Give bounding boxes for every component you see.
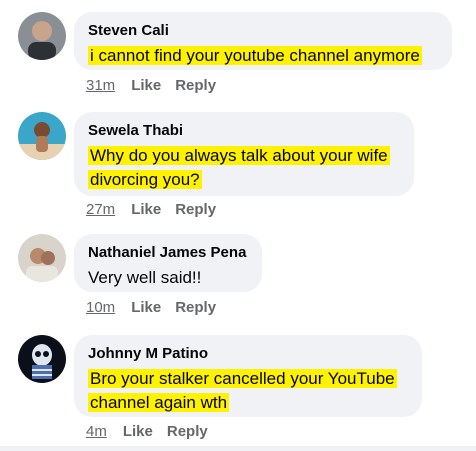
commenter-name[interactable]: Sewela Thabi	[88, 122, 400, 140]
comment-bubble: Nathaniel James Pena Very well said!!	[74, 234, 262, 292]
comment-actions: 10m Like Reply	[86, 299, 230, 316]
reply-button[interactable]: Reply	[175, 77, 216, 94]
comment-actions: 4m Like Reply	[86, 423, 222, 440]
comment-text: i cannot find your youtube channel anymo…	[88, 46, 422, 65]
commenter-name[interactable]: Nathaniel James Pena	[88, 244, 248, 262]
timestamp[interactable]: 27m	[86, 201, 115, 218]
reply-button[interactable]: Reply	[175, 201, 216, 218]
comment-bubble: Sewela Thabi Why do you always talk abou…	[74, 112, 414, 196]
comment-actions: 31m Like Reply	[86, 77, 230, 94]
like-button[interactable]: Like	[123, 423, 153, 440]
like-button[interactable]: Like	[131, 77, 161, 94]
reply-button[interactable]: Reply	[175, 299, 216, 316]
timestamp[interactable]: 31m	[86, 77, 115, 94]
like-button[interactable]: Like	[131, 201, 161, 218]
commenter-name[interactable]: Johnny M Patino	[88, 345, 408, 363]
divider	[0, 446, 476, 451]
comment-text: Very well said!!	[88, 268, 202, 287]
comment-bubble: Steven Cali i cannot find your youtube c…	[74, 12, 452, 70]
comment-text: Why do you always talk about your wife di…	[88, 146, 390, 189]
like-button[interactable]: Like	[131, 299, 161, 316]
avatar[interactable]	[18, 12, 66, 60]
avatar[interactable]	[18, 234, 66, 282]
comment-actions: 27m Like Reply	[86, 201, 230, 218]
avatar[interactable]	[18, 112, 66, 160]
timestamp[interactable]: 4m	[86, 423, 107, 440]
timestamp[interactable]: 10m	[86, 299, 115, 316]
comment-text: Bro your stalker cancelled your YouTube c…	[88, 369, 397, 412]
comment-bubble: Johnny M Patino Bro your stalker cancell…	[74, 335, 422, 417]
commenter-name[interactable]: Steven Cali	[88, 22, 438, 40]
avatar[interactable]	[18, 335, 66, 383]
reply-button[interactable]: Reply	[167, 423, 208, 440]
